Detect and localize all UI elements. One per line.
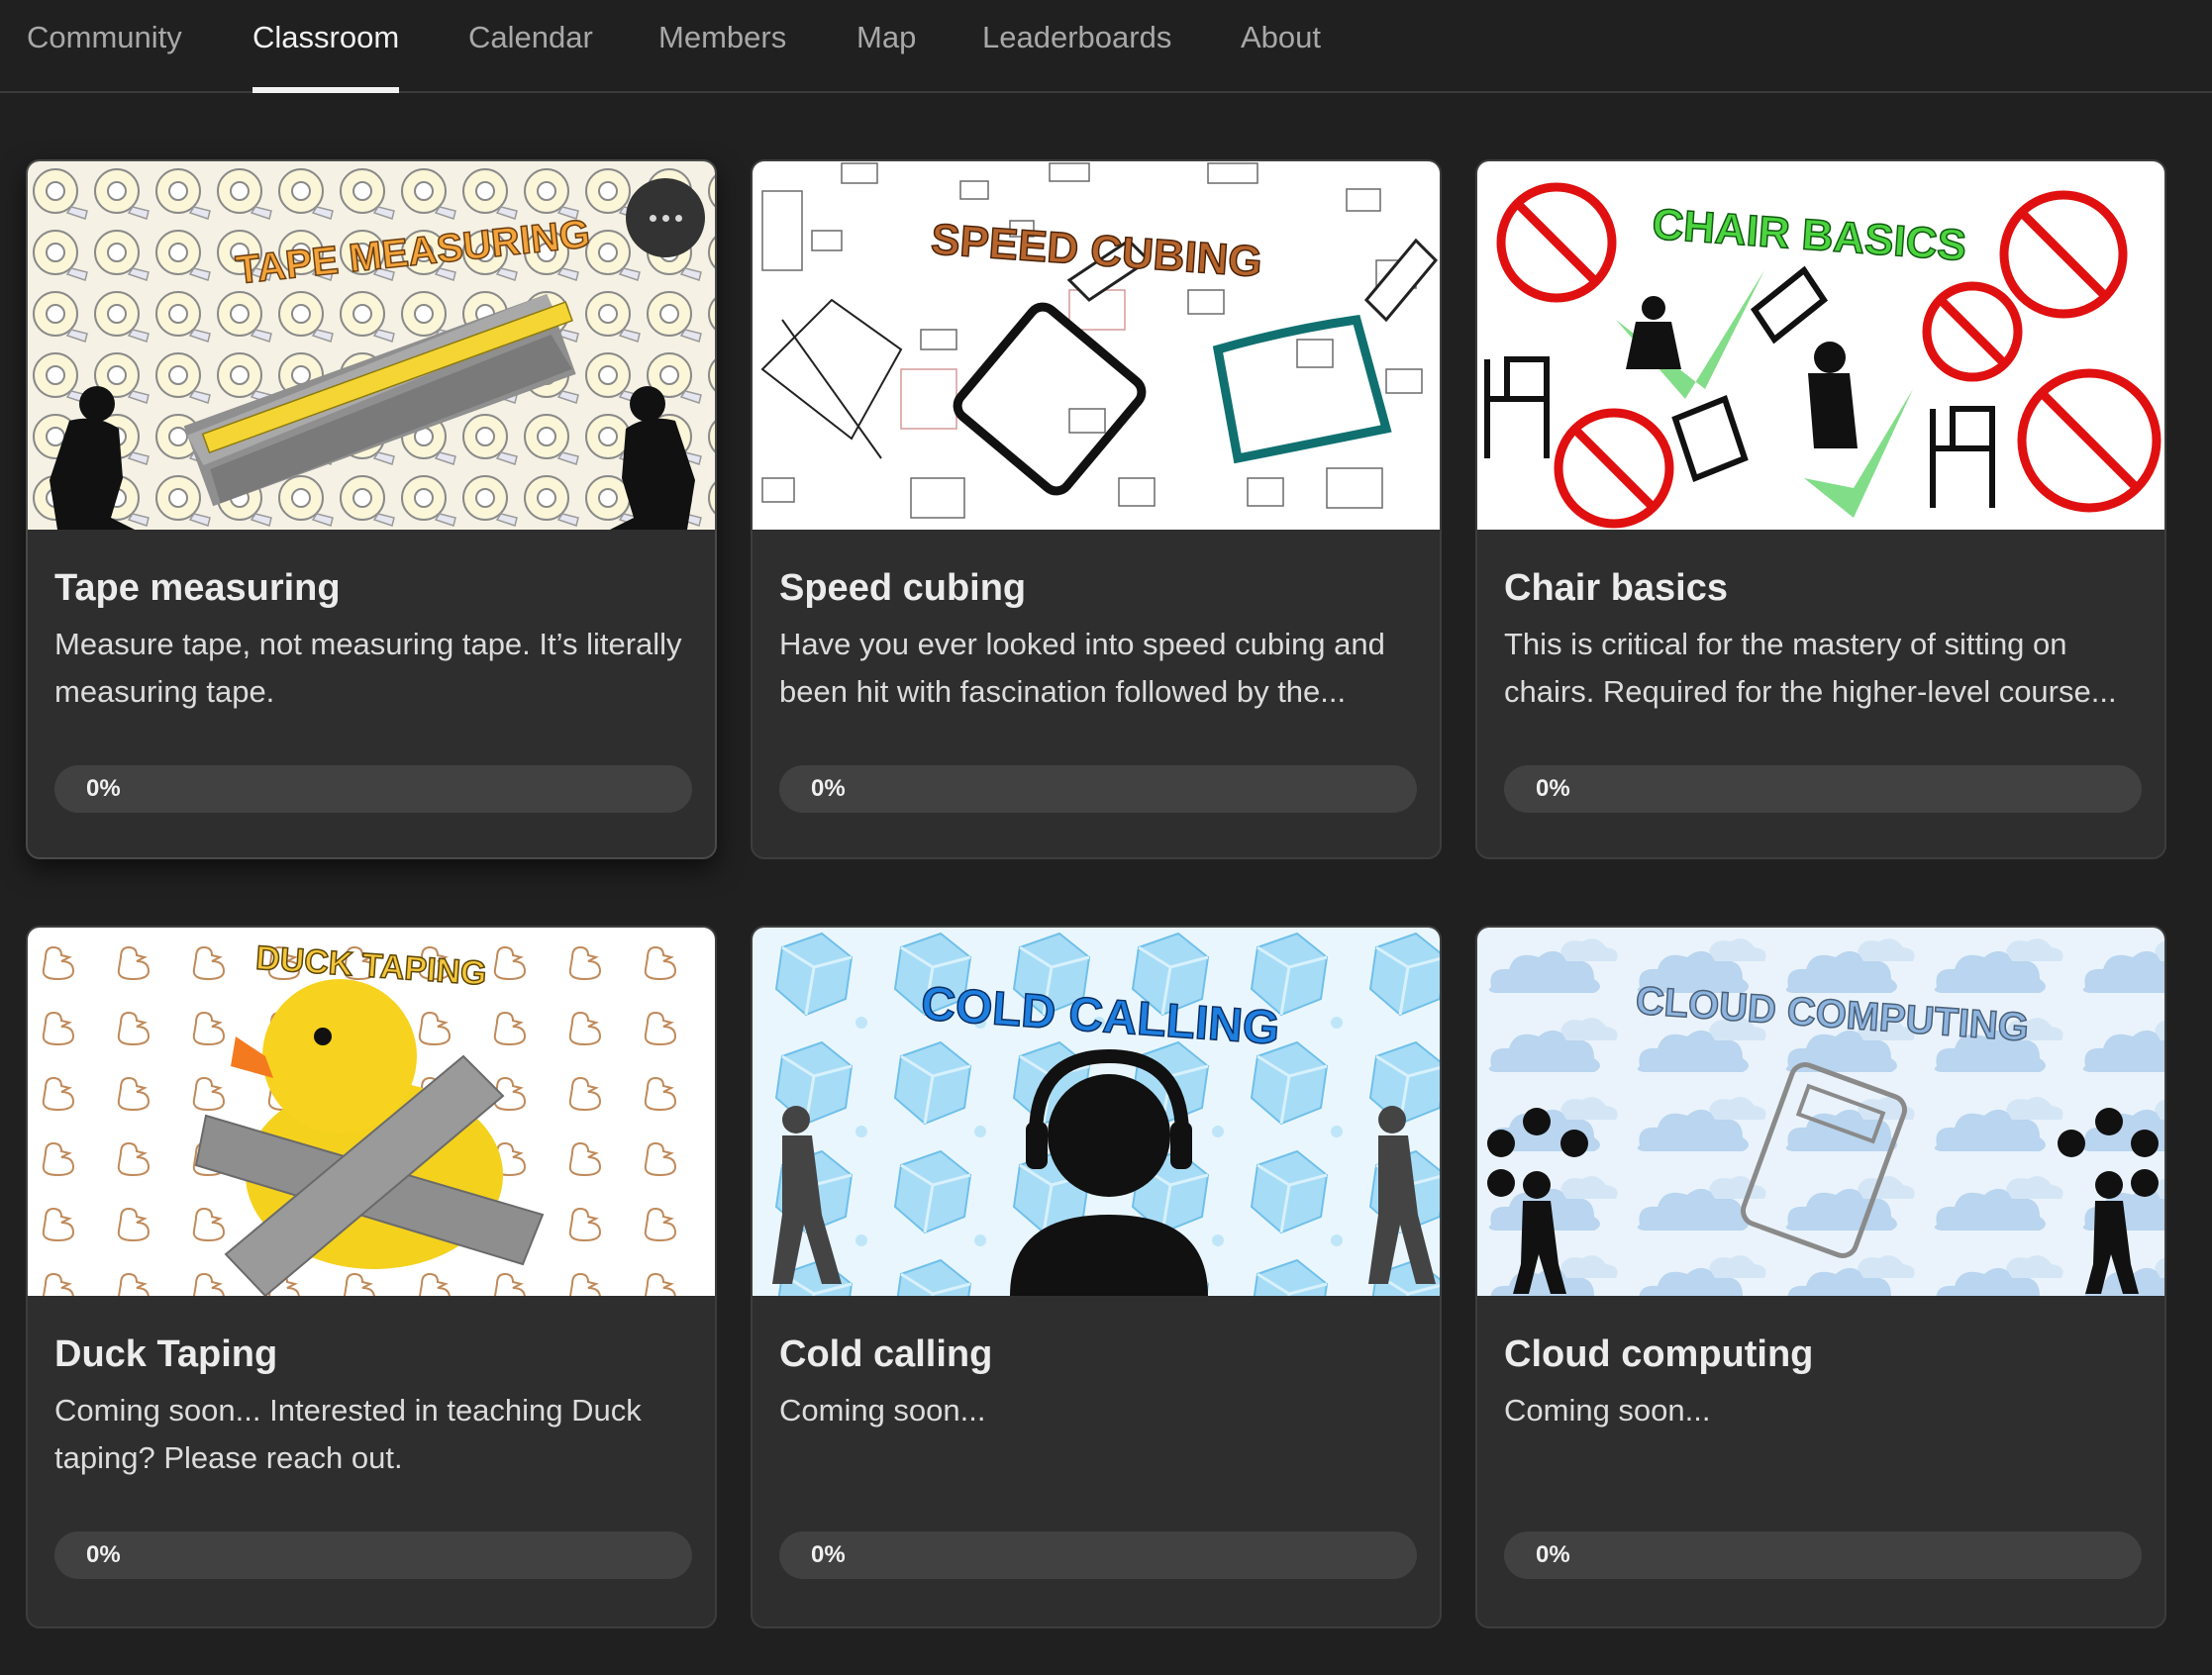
course-description: This is critical for the mastery of sitt…	[1504, 627, 2117, 709]
course-title: Tape measuring	[54, 567, 341, 609]
more-options-icon	[649, 214, 656, 222]
progress-label: 0%	[811, 775, 846, 802]
course-description: Coming soon...	[779, 1393, 986, 1428]
course-image-duck-taping: DUCK TAPING	[28, 928, 715, 1296]
course-description: Coming soon... Interested in teaching Du…	[54, 1393, 642, 1475]
course-image-chair-basics: CHAIR BASICS	[1477, 161, 2164, 530]
progress-label: 0%	[86, 1541, 121, 1568]
course-card-tape-measuring[interactable]: TAPE MEASURING Tape measuring Measure ta…	[26, 159, 717, 859]
tab-calendar[interactable]: Calendar	[468, 0, 593, 93]
course-card-speed-cubing[interactable]: SPEED CUBING Speed cubing Have you ever …	[751, 159, 1442, 859]
course-image-cold-calling: COLD CALLING	[753, 928, 1440, 1296]
progress-label: 0%	[811, 1541, 846, 1568]
course-image-tape-measuring: TAPE MEASURING	[28, 161, 715, 530]
course-title: Chair basics	[1504, 567, 1728, 609]
progress-bar: 0%	[1504, 765, 2142, 813]
course-image-speed-cubing: SPEED CUBING	[753, 161, 1440, 530]
course-description: Coming soon...	[1504, 1393, 1711, 1428]
course-card-cold-calling[interactable]: COLD CALLING Cold calling Coming soon...…	[751, 926, 1442, 1628]
tab-leaderboards[interactable]: Leaderboards	[982, 0, 1171, 93]
course-description: Have you ever looked into speed cubing a…	[779, 627, 1385, 709]
top-nav: Community Classroom Calendar Members Map…	[0, 0, 2212, 93]
progress-bar: 0%	[779, 765, 1417, 813]
more-options-button[interactable]	[626, 178, 705, 257]
progress-bar: 0%	[54, 1531, 692, 1579]
tab-about[interactable]: About	[1241, 0, 1321, 93]
course-card-duck-taping[interactable]: DUCK TAPING Duck Taping Coming soon... I…	[26, 926, 717, 1628]
course-description: Measure tape, not measuring tape. It’s l…	[54, 627, 682, 709]
course-image-cloud-computing: CLOUD COMPUTING	[1477, 928, 2164, 1296]
progress-label: 0%	[1536, 775, 1570, 802]
course-card-cloud-computing[interactable]: CLOUD COMPUTING Cloud computing Coming s…	[1475, 926, 2166, 1628]
more-options-icon-dot	[674, 214, 682, 222]
tab-map[interactable]: Map	[856, 0, 916, 93]
progress-bar: 0%	[54, 765, 692, 813]
course-card-chair-basics[interactable]: CHAIR BASICS Chair basics This is critic…	[1475, 159, 2166, 859]
course-title: Duck Taping	[54, 1333, 278, 1375]
course-title: Cloud computing	[1504, 1333, 1814, 1375]
tab-classroom[interactable]: Classroom	[252, 0, 400, 93]
progress-bar: 0%	[779, 1531, 1417, 1579]
more-options-icon-dot	[661, 214, 669, 222]
tab-community[interactable]: Community	[27, 0, 182, 93]
progress-label: 0%	[1536, 1541, 1570, 1568]
tab-members[interactable]: Members	[658, 0, 786, 93]
course-title: Speed cubing	[779, 567, 1027, 609]
progress-label: 0%	[86, 775, 121, 802]
progress-bar: 0%	[1504, 1531, 2142, 1579]
course-title: Cold calling	[779, 1333, 993, 1375]
